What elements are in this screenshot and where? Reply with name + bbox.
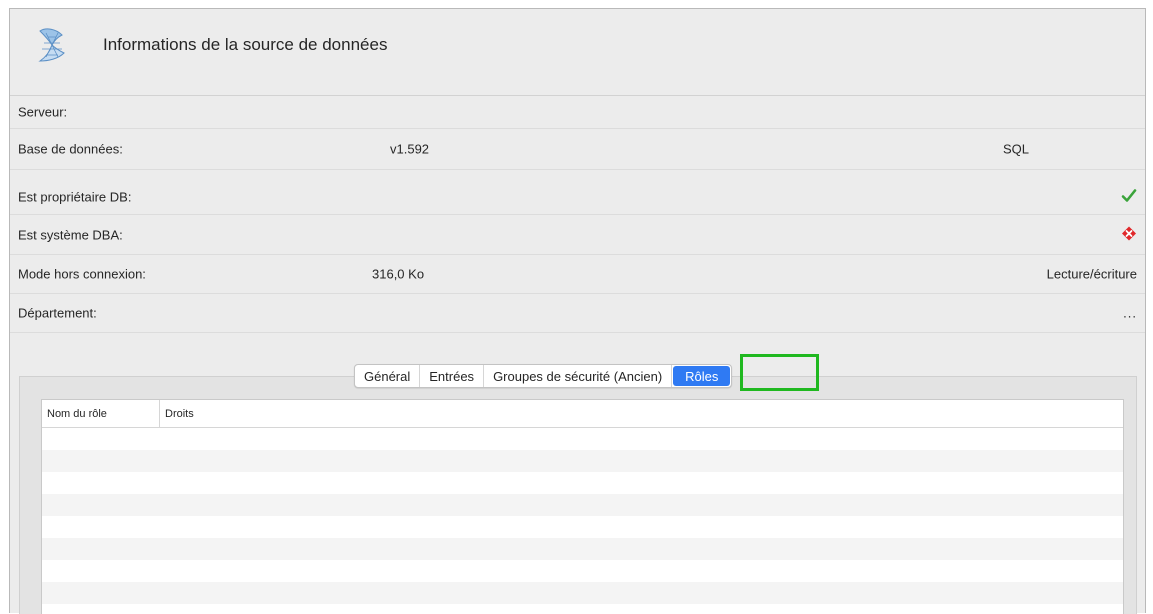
table-row xyxy=(42,428,1123,450)
window-title: Informations de la source de données xyxy=(103,35,388,54)
department-row: Département: ... xyxy=(10,294,1145,333)
table-row xyxy=(42,450,1123,472)
offline-mode-row: Mode hors connexion: 316,0 Ko Lecture/éc… xyxy=(10,255,1145,294)
offline-access: Lecture/écriture xyxy=(1046,266,1137,282)
department-more-button[interactable]: ... xyxy=(1123,306,1137,321)
offline-size: 316,0 Ko xyxy=(372,266,425,282)
table-header: Nom du rôle Droits xyxy=(42,400,1123,428)
highlight-box xyxy=(740,354,819,391)
sysadmin-row: Est système DBA: xyxy=(10,215,1145,255)
sysadmin-label: Est système DBA: xyxy=(18,227,123,242)
tab-roles[interactable]: Rôles xyxy=(673,366,731,386)
table-row xyxy=(42,516,1123,538)
column-header-rights[interactable]: Droits xyxy=(160,400,1123,427)
table-body xyxy=(42,428,1123,604)
tab-general[interactable]: Général xyxy=(355,365,421,387)
column-header-role-name[interactable]: Nom du rôle xyxy=(42,400,160,427)
sql-server-icon xyxy=(38,28,65,62)
header: Informations de la source de données xyxy=(10,9,1145,96)
db-owner-row: Est propriétaire DB: xyxy=(10,180,1145,215)
database-label: Base de données: xyxy=(18,141,123,157)
table-row xyxy=(42,538,1123,560)
tab-security-groups[interactable]: Groupes de sécurité (Ancien) xyxy=(484,365,673,387)
database-type: SQL xyxy=(1003,141,1030,157)
datasource-info-window: Informations de la source de données Ser… xyxy=(9,8,1146,614)
table-row xyxy=(42,560,1123,582)
table-row xyxy=(42,472,1123,494)
db-owner-label: Est propriétaire DB: xyxy=(18,189,132,205)
error-diamond-icon xyxy=(1121,225,1137,244)
offline-mode-label: Mode hors connexion: xyxy=(18,266,146,282)
table-row xyxy=(42,494,1123,516)
check-icon xyxy=(1121,188,1137,207)
tab-bar: Général Entrées Groupes de sécurité (Anc… xyxy=(354,364,733,388)
database-row: Base de données: v1.592 SQL xyxy=(10,129,1145,170)
table-row xyxy=(42,582,1123,604)
row-gap xyxy=(10,170,1145,180)
roles-table[interactable]: Nom du rôle Droits xyxy=(41,399,1124,614)
department-label: Département: xyxy=(18,305,97,321)
server-row: Serveur: xyxy=(10,96,1145,129)
database-version: v1.592 xyxy=(390,141,430,157)
tab-entries[interactable]: Entrées xyxy=(420,365,485,387)
server-label: Serveur: xyxy=(18,104,68,120)
